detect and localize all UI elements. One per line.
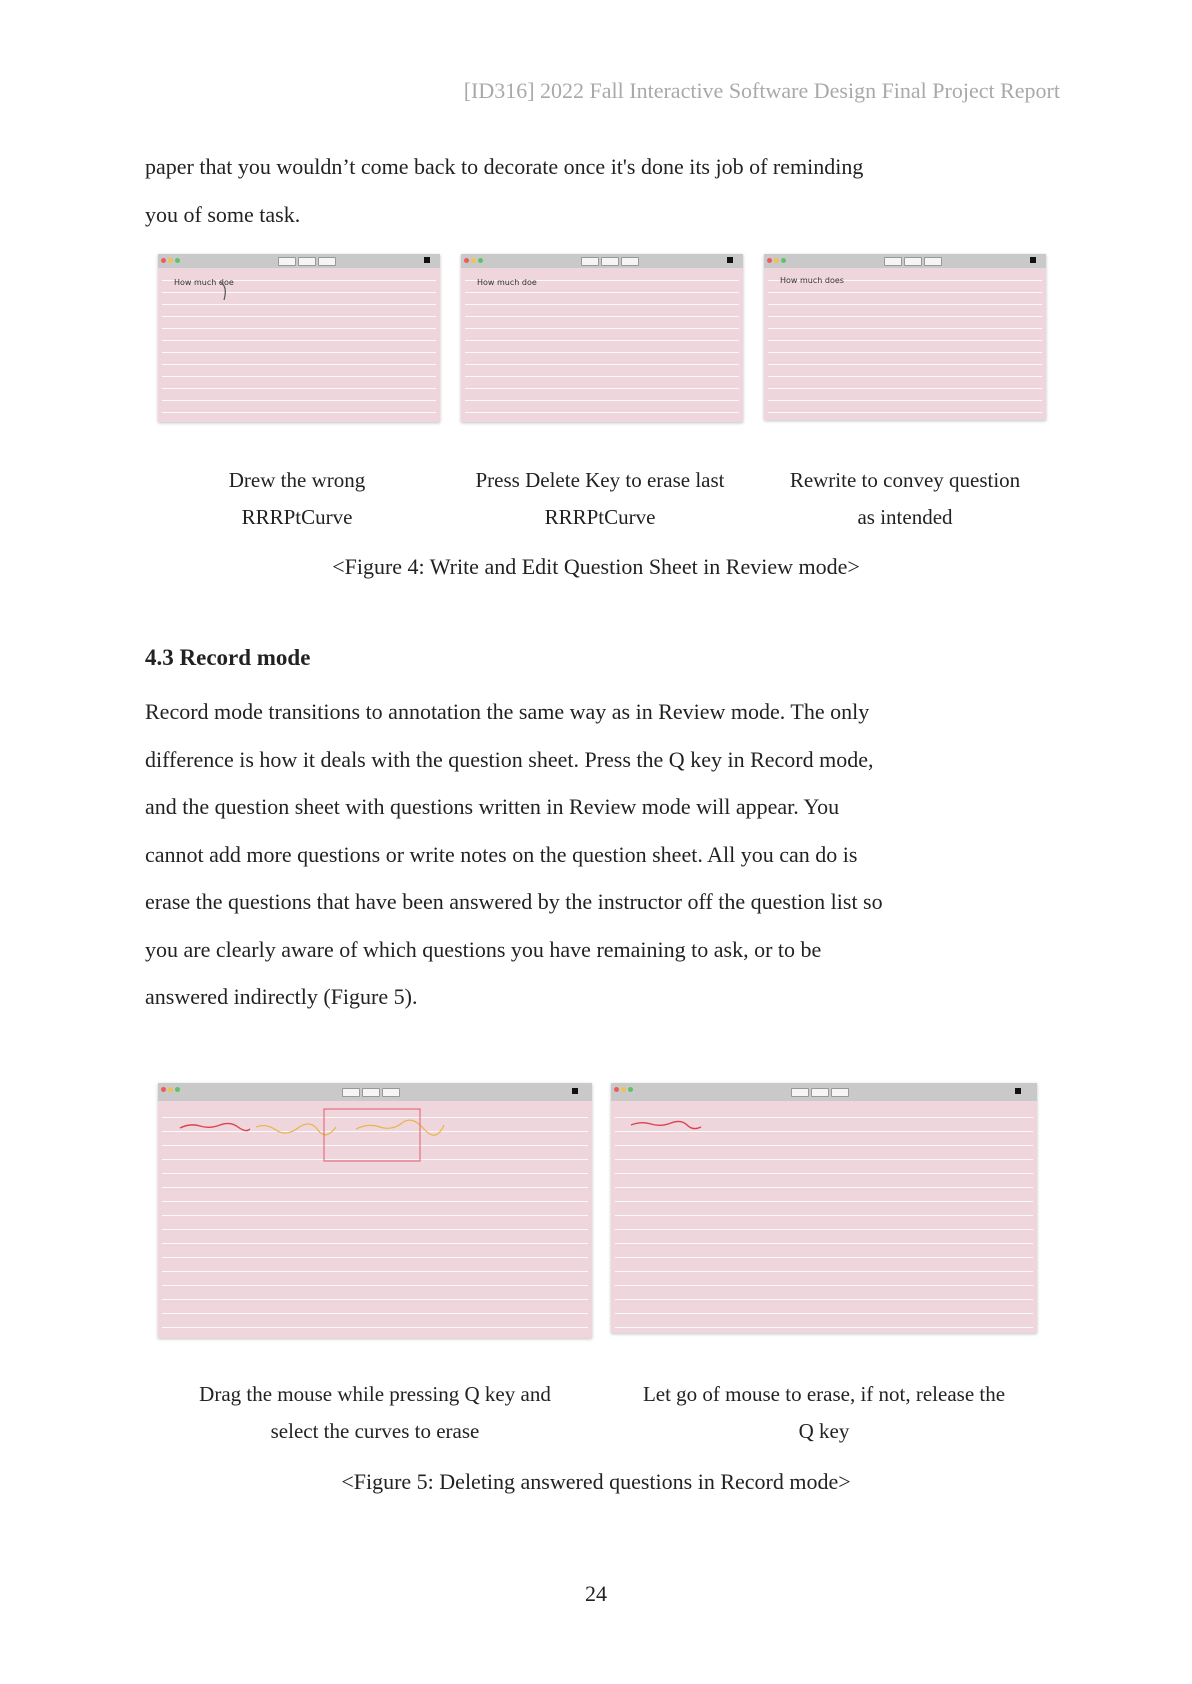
figure5-caption-2: Let go of mouse to erase, if not, releas… <box>604 1376 1044 1450</box>
paragraph-line: and the question sheet with questions wr… <box>145 794 840 819</box>
paragraph-line: erase the questions that have been answe… <box>145 889 883 914</box>
mode-button <box>884 257 902 266</box>
caption-line: RRRPtCurve <box>241 505 353 529</box>
paragraph-line: you are clearly aware of which questions… <box>145 936 822 962</box>
caption-line: RRRPtCurve <box>544 505 656 529</box>
figure5-caption-1: Drag the mouse while pressing Q key and … <box>158 1376 592 1450</box>
window-titlebar <box>764 254 1046 268</box>
mode-button <box>924 257 942 266</box>
figure4-title: <Figure 4: Write and Edit Question Sheet… <box>332 554 860 579</box>
paragraph-line: Record mode transitions to annotation th… <box>145 699 870 724</box>
running-header: [ID316] 2022 Fall Interactive Software D… <box>463 78 1060 103</box>
figure5-screenshot-2 <box>611 1083 1037 1333</box>
ruled-lines <box>768 270 1042 416</box>
caption-line: Q key <box>798 1419 850 1443</box>
mode-button <box>904 257 922 266</box>
caption-line: Drag the mouse while pressing Q key and <box>199 1382 551 1406</box>
window-titlebar <box>461 254 743 268</box>
wrong-curve <box>219 281 226 301</box>
figure4-caption-2: Press Delete Key to erase last RRRPtCurv… <box>450 462 750 536</box>
figure5-screenshot-1 <box>158 1083 592 1338</box>
close-dot-icon <box>464 258 469 263</box>
figure4-screenshot-2: How much doe <box>461 254 743 422</box>
color-swatch-icon <box>727 257 733 263</box>
section-paragraph: Record mode transitions to annotation th… <box>145 688 1055 1021</box>
paragraph-line: difference is how it deals with the ques… <box>145 746 874 772</box>
minimize-dot-icon <box>471 258 476 263</box>
ink-curves <box>630 1120 702 1130</box>
caption-line: select the curves to erase <box>270 1419 480 1443</box>
mode-button <box>581 257 599 266</box>
maximize-dot-icon <box>478 258 483 263</box>
figure4-caption-3: Rewrite to convey question as intended <box>755 462 1055 536</box>
handwritten-question: How much doe <box>477 278 537 287</box>
intro-paragraph: paper that you wouldn’t come back to dec… <box>145 143 1055 238</box>
figure5-title: <Figure 5: Deleting answered questions i… <box>341 1469 851 1494</box>
handwritten-question: How much does <box>780 276 844 285</box>
intro-line-1: paper that you wouldn’t come back to dec… <box>145 154 864 179</box>
caption-line: Rewrite to convey question <box>789 468 1021 492</box>
figure4-screenshot-3: How much does <box>764 254 1046 420</box>
maximize-dot-icon <box>781 258 786 263</box>
paragraph-line: cannot add more questions or write notes… <box>145 841 858 867</box>
minimize-dot-icon <box>774 258 779 263</box>
ink-curves <box>179 1108 445 1162</box>
paragraph-line: answered indirectly (Figure 5). <box>145 984 418 1009</box>
figure4-screenshot-1: How much doe <box>158 254 440 422</box>
figure4-caption-1: Drew the wrong RRRPtCurve <box>152 462 442 536</box>
ruled-lines <box>465 270 739 418</box>
intro-line-2: you of some task. <box>145 201 301 227</box>
caption-line: Drew the wrong <box>228 468 366 492</box>
caption-line: Press Delete Key to erase last <box>475 468 725 492</box>
caption-line: as intended <box>857 505 953 529</box>
color-swatch-icon <box>1030 257 1036 263</box>
mode-button <box>621 257 639 266</box>
page-number: 24 <box>585 1581 607 1606</box>
mode-button <box>601 257 619 266</box>
section-heading: 4.3 Record mode <box>145 645 311 670</box>
caption-line: Let go of mouse to erase, if not, releas… <box>642 1382 1006 1406</box>
close-dot-icon <box>767 258 772 263</box>
